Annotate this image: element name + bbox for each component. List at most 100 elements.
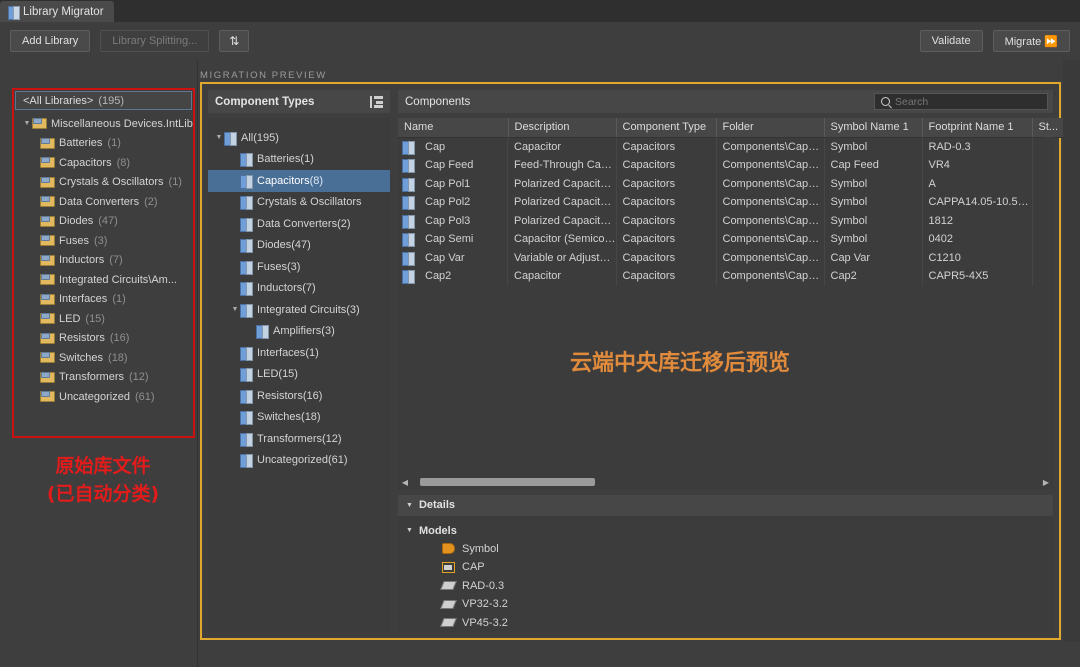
component-type-node[interactable]: Inductors (7) xyxy=(208,278,390,300)
all-libraries-row[interactable]: <All Libraries> (195) xyxy=(15,91,192,110)
source-item-count: (2) xyxy=(144,195,158,208)
component-type-node[interactable]: Transformers (12) xyxy=(208,428,390,450)
model-row[interactable]: CAP xyxy=(406,558,1053,577)
source-tree-item[interactable]: Interfaces (1) xyxy=(22,290,193,310)
validate-button[interactable]: Validate xyxy=(919,30,983,52)
cell-folder: Components\Capaci... xyxy=(716,156,825,175)
source-tree-item[interactable]: Capacitors (8) xyxy=(22,153,193,173)
swap-icon[interactable]: ⇅ xyxy=(219,30,250,52)
model-row[interactable]: Symbol xyxy=(406,540,1053,559)
component-type-node[interactable]: Diodes (47) xyxy=(208,235,390,257)
source-item-label: Switches xyxy=(59,351,104,364)
table-row[interactable]: Cap Pol2 Polarized Capacitor (... Capacito… xyxy=(398,193,1071,212)
source-tree-item[interactable]: LED (15) xyxy=(22,309,193,329)
source-tree-item[interactable]: Uncategorized (61) xyxy=(22,387,193,407)
component-type-node[interactable]: Amplifiers (3) xyxy=(208,321,390,343)
source-tree-root[interactable]: ▼ Miscellaneous Devices.IntLib xyxy=(22,114,193,134)
source-tree-item[interactable]: Fuses (3) xyxy=(22,231,193,251)
source-item-label: Fuses xyxy=(59,234,89,247)
chevron-down-icon[interactable]: ▼ xyxy=(230,306,240,313)
component-type-label: Integrated Circuits xyxy=(257,303,347,316)
table-row[interactable]: Cap Pol3 Polarized Capacitor (... Capacito… xyxy=(398,211,1071,230)
table-vertical-scroll-area[interactable] xyxy=(1044,137,1053,476)
components-header: Components xyxy=(398,90,1053,113)
tab-library-migrator[interactable]: Library Migrator xyxy=(0,1,114,22)
component-type-node[interactable]: Batteries (1) xyxy=(208,149,390,171)
library-splitting-button[interactable]: Library Splitting... xyxy=(100,30,210,52)
cell-symbol: Symbol xyxy=(824,137,923,156)
hscroll-track[interactable] xyxy=(410,478,1041,486)
chevron-down-icon[interactable]: ▼ xyxy=(406,527,413,534)
component-type-node[interactable]: Data Converters (2) xyxy=(208,213,390,235)
chevron-down-icon[interactable]: ▼ xyxy=(22,120,32,127)
component-type-node[interactable]: Resistors (16) xyxy=(208,385,390,407)
add-library-button[interactable]: Add Library xyxy=(10,30,91,52)
hscroll-thumb[interactable] xyxy=(420,478,595,486)
component-type-node[interactable]: Fuses (3) xyxy=(208,256,390,278)
cell-name: Cap Pol3 xyxy=(398,211,508,230)
scroll-left-icon[interactable]: ◀ xyxy=(400,478,410,487)
component-icon xyxy=(402,270,415,285)
source-tree-item[interactable]: Inductors (7) xyxy=(22,251,193,271)
search-input[interactable] xyxy=(895,95,1041,108)
component-type-node[interactable]: LED (15) xyxy=(208,364,390,386)
table-row[interactable]: Cap2 Capacitor Capacitors Components\Capaci… xyxy=(398,267,1071,286)
source-tree-item[interactable]: Data Converters (2) xyxy=(22,192,193,212)
component-type-node[interactable]: ▼ Integrated Circuits (3) xyxy=(208,299,390,321)
component-type-node[interactable]: Uncategorized (61) xyxy=(208,450,390,472)
source-tree-item[interactable]: Batteries (1) xyxy=(22,134,193,154)
component-type-label: Crystals & Oscillators xyxy=(257,196,362,209)
cell-name: Cap Pol1 xyxy=(398,174,508,193)
chevron-down-icon[interactable]: ▼ xyxy=(214,134,224,141)
table-row[interactable]: Cap Var Variable or Adjustab... Capacitors… xyxy=(398,248,1071,267)
cell-name: Cap Var xyxy=(398,248,508,267)
component-type-node[interactable]: ▼ All (195) xyxy=(208,127,390,149)
column-header[interactable]: Footprint Name 1 xyxy=(922,118,1033,138)
component-type-label: Transformers xyxy=(257,432,322,445)
source-item-count: (7) xyxy=(109,254,123,267)
migrate-button[interactable]: Migrate ⏩ xyxy=(992,30,1070,52)
component-type-node[interactable]: Crystals & Oscillators xyxy=(208,192,390,214)
source-tree-item[interactable]: Crystals & Oscillators (1) xyxy=(22,173,193,193)
table-row[interactable]: Cap Pol1 Polarized Capacitor (... Capacito… xyxy=(398,174,1071,193)
component-type-count: (18) xyxy=(301,411,321,424)
table-row[interactable]: Cap Semi Capacitor (Semicond... Capacitors… xyxy=(398,230,1071,249)
scroll-right-icon[interactable]: ▶ xyxy=(1041,478,1051,487)
column-header[interactable]: Folder xyxy=(716,118,825,138)
simulation-icon xyxy=(442,561,455,573)
column-header[interactable]: Symbol Name 1 xyxy=(824,118,923,138)
model-row[interactable]: VP32-3.2 xyxy=(406,595,1053,614)
source-tree-item[interactable]: Resistors (16) xyxy=(22,329,193,349)
models-group[interactable]: ▼ Models xyxy=(406,522,1053,540)
chevron-down-icon[interactable]: ▼ xyxy=(406,502,413,509)
component-type-node[interactable]: Interfaces (1) xyxy=(208,342,390,364)
cell-symbol: Symbol xyxy=(824,193,923,212)
components-hscrollbar[interactable]: ◀ ▶ xyxy=(398,475,1053,489)
source-item-count: (3) xyxy=(93,234,108,247)
component-type-node[interactable]: Switches (18) xyxy=(208,407,390,429)
model-row[interactable]: RAD-0.3 xyxy=(406,577,1053,596)
column-header[interactable]: Description xyxy=(508,118,617,138)
component-type-count: (2) xyxy=(337,217,351,230)
table-row[interactable]: Cap Capacitor Capacitors Components\Capaci.… xyxy=(398,137,1071,156)
window-vertical-scroll-area[interactable] xyxy=(1063,60,1080,667)
component-type-icon xyxy=(240,217,253,232)
search-box[interactable] xyxy=(874,93,1048,110)
source-tree-item[interactable]: Switches (18) xyxy=(22,348,193,368)
source-tree-item[interactable]: Diodes (47) xyxy=(22,212,193,232)
details-header[interactable]: ▼ Details xyxy=(398,494,1053,516)
source-libraries-panel: <All Libraries> (195) ▼ Miscellaneous De… xyxy=(0,60,198,667)
component-type-node[interactable]: Capacitors (8) xyxy=(208,170,390,192)
cell-footprint: 1812 xyxy=(922,211,1033,230)
column-header[interactable]: Component Type xyxy=(616,118,717,138)
models-list: Symbol CAP RAD-0.3 VP32-3.2 VP45-3.2 xyxy=(406,540,1053,633)
library-file-icon xyxy=(40,352,55,364)
cell-type: Capacitors xyxy=(616,230,717,249)
component-icon xyxy=(402,196,415,211)
tree-expand-icon[interactable] xyxy=(370,95,383,108)
table-row[interactable]: Cap Feed Feed-Through Capa... Capacitors Co… xyxy=(398,156,1071,175)
source-tree-item[interactable]: Transformers (12) xyxy=(22,368,193,388)
column-header[interactable]: Name xyxy=(398,118,509,138)
source-tree-item[interactable]: Integrated Circuits\Am... xyxy=(22,270,193,290)
model-row[interactable]: VP45-3.2 xyxy=(406,614,1053,633)
